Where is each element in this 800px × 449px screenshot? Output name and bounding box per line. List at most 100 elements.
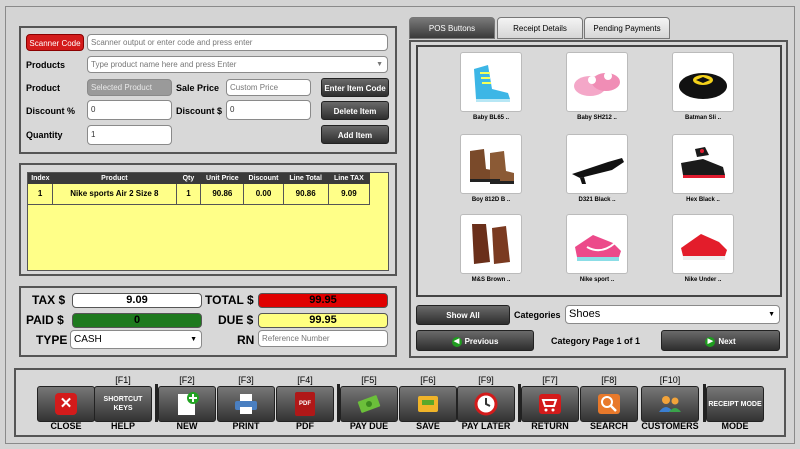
f5-key-label: [F5] (361, 375, 377, 385)
product-name: D321 Black .. (578, 197, 616, 203)
return-button[interactable] (521, 386, 579, 422)
col-unit-price[interactable]: Unit Price (201, 173, 244, 184)
red-sneaker-icon (672, 214, 734, 274)
printer-icon (235, 394, 257, 414)
pdf-label: PDF (296, 421, 314, 431)
product-tile-9[interactable]: Nike Under .. (654, 214, 752, 283)
products-search-input[interactable]: Type product name here and press Enter ▼ (87, 56, 388, 73)
close-button[interactable]: ✕ (37, 386, 95, 422)
paid-input[interactable]: 0 (72, 313, 202, 328)
category-page-text: Category Page 1 of 1 (551, 336, 641, 346)
col-index[interactable]: Index (28, 173, 53, 184)
product-tile-1[interactable]: Baby BL65 .. (442, 52, 540, 121)
shortcut-keys-button[interactable]: SHORTCUT KEYS (94, 386, 152, 422)
product-tile-2[interactable]: Baby SH212 .. (548, 52, 646, 121)
sale-price-input[interactable]: Custom Price (226, 79, 311, 96)
cell-line-total: 90.86 (283, 184, 329, 205)
brown-dress-shoe-icon (460, 214, 522, 274)
chevron-down-icon[interactable]: ▼ (768, 306, 775, 323)
receipt-mode-button[interactable]: RECEIPT MODE (706, 386, 764, 422)
scanner-code-button[interactable]: Scanner Code (26, 34, 84, 51)
close-label: CLOSE (50, 421, 82, 431)
save-label: SAVE (416, 421, 440, 431)
cart-table: Index Product Qty Unit Price Discount Li… (28, 173, 371, 205)
product-name: Boy 812D B .. (471, 197, 511, 203)
discount-percent-input[interactable]: 0 (87, 100, 172, 120)
col-line-total[interactable]: Line Total (283, 173, 328, 184)
pdf-icon: PDF (295, 392, 315, 416)
cart-table-area[interactable]: Index Product Qty Unit Price Discount Li… (27, 172, 389, 271)
pink-baby-shoe-icon (566, 52, 628, 112)
col-product[interactable]: Product (53, 173, 176, 184)
category-select[interactable]: Shoes ▼ (565, 305, 780, 324)
category-value: Shoes (569, 308, 601, 320)
payment-type-value: CASH (74, 334, 102, 345)
scanner-input[interactable]: Scanner output or enter code and press e… (87, 34, 388, 51)
delete-item-button[interactable]: Delete Item (321, 101, 389, 120)
search-label: SEARCH (589, 421, 628, 431)
black-heel-icon (566, 134, 628, 194)
table-row[interactable]: 1 Nike sports Air 2 Size 8 1 90.86 0.00 … (28, 184, 371, 205)
pay-due-button[interactable] (340, 386, 398, 422)
customers-button[interactable] (641, 386, 699, 422)
search-button[interactable] (580, 386, 638, 422)
product-tile-5[interactable]: D321 Black .. (548, 134, 646, 203)
pay-later-label: PAY LATER (461, 421, 511, 431)
pay-later-icon (474, 392, 498, 416)
quantity-input[interactable]: 1 (87, 125, 172, 145)
next-button[interactable]: ▶ Next (661, 330, 780, 351)
print-button[interactable] (217, 386, 275, 422)
discount-amount-label: Discount $ (176, 106, 223, 116)
discount-amount-input[interactable]: 0 (226, 100, 311, 120)
product-name: M&S Brown .. (471, 277, 511, 283)
next-label: Next (718, 337, 736, 346)
selected-product-field: Selected Product (87, 79, 172, 96)
product-name: Baby SH212 .. (577, 115, 617, 121)
tab-pending-payments[interactable]: Pending Payments (584, 17, 670, 39)
quantity-label: Quantity (26, 130, 63, 140)
tab-receipt-details[interactable]: Receipt Details (497, 17, 583, 39)
new-button[interactable] (158, 386, 216, 422)
add-item-button[interactable]: Add Item (321, 125, 389, 144)
product-name: Nike sport .. (579, 277, 615, 283)
enter-item-code-button[interactable]: Enter Item Code (321, 78, 389, 97)
product-tile-7[interactable]: M&S Brown .. (442, 214, 540, 283)
show-all-button[interactable]: Show All (416, 305, 510, 325)
chevron-down-icon[interactable]: ▼ (376, 57, 383, 72)
reference-number-input[interactable]: Reference Number (258, 330, 388, 347)
pay-later-button[interactable] (457, 386, 515, 422)
col-qty[interactable]: Qty (176, 173, 201, 184)
return-cart-icon (539, 394, 561, 414)
col-line-tax[interactable]: Line TAX (328, 173, 369, 184)
new-document-icon (178, 392, 199, 415)
product-tile-4[interactable]: Boy 812D B .. (442, 134, 540, 203)
col-discount[interactable]: Discount (244, 173, 283, 184)
tab-pos-buttons[interactable]: POS Buttons (409, 17, 495, 39)
product-name: Hex Black .. (686, 197, 720, 203)
pay-money-icon (357, 395, 381, 413)
new-label: NEW (176, 421, 198, 431)
f1-key-label: [F1] (115, 375, 131, 385)
cell-discount: 0.00 (243, 184, 284, 205)
products-label: Products (26, 60, 66, 70)
tax-value: 9.09 (72, 293, 202, 308)
pdf-button[interactable]: PDF (276, 386, 334, 422)
tax-label: TAX $ (32, 293, 66, 307)
cell-product: Nike sports Air 2 Size 8 (52, 184, 177, 205)
product-name: Baby BL65 .. (472, 115, 509, 121)
previous-label: Previous (464, 337, 499, 346)
f3-key-label: [F3] (238, 375, 254, 385)
cell-qty: 1 (176, 184, 202, 205)
f8-key-label: [F8] (601, 375, 617, 385)
product-tile-3[interactable]: Batman Sli .. (654, 52, 752, 121)
product-name: Nike Under .. (684, 277, 722, 283)
product-tile-6[interactable]: Hex Black .. (654, 134, 752, 203)
pay-due-label: PAY DUE (349, 421, 389, 431)
products-placeholder: Type product name here and press Enter (91, 60, 237, 69)
mode-label: MODE (721, 421, 749, 431)
previous-button[interactable]: ◀ Previous (416, 330, 534, 351)
save-button[interactable] (399, 386, 457, 422)
product-tile-8[interactable]: Nike sport .. (548, 214, 646, 283)
chevron-down-icon[interactable]: ▼ (190, 331, 197, 348)
payment-type-select[interactable]: CASH ▼ (70, 330, 202, 349)
